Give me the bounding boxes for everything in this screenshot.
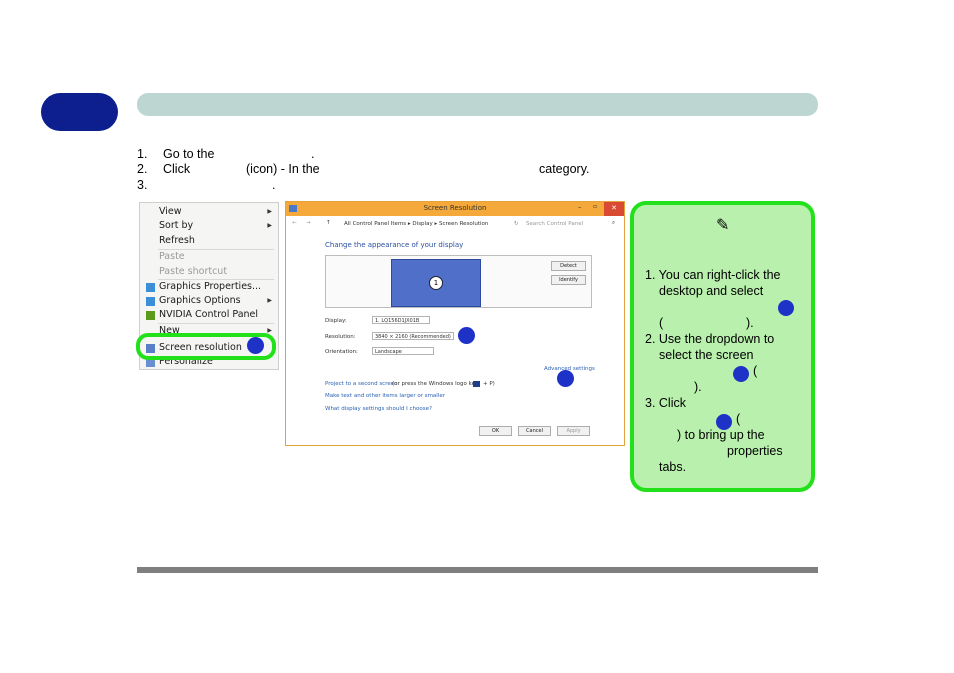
project-tail-2: + P)	[483, 381, 495, 387]
menu-item-sort-by[interactable]: Sort by	[159, 220, 193, 231]
step-2-text: Click	[163, 162, 191, 176]
apply-button[interactable]: Apply	[557, 426, 590, 436]
callout-marker-a	[778, 300, 794, 316]
identify-button[interactable]: Identify	[551, 275, 586, 285]
back-icon[interactable]: ←	[292, 220, 297, 226]
monitor-1[interactable]: 1	[391, 259, 481, 307]
display-preview: 1 Detect Identify	[325, 255, 592, 308]
nvidia-icon	[146, 311, 155, 320]
callout-marker-c	[557, 370, 574, 387]
menu-item-view[interactable]: View	[159, 206, 182, 217]
chapter-tab	[41, 93, 118, 131]
step-2-number: 2.	[137, 162, 148, 176]
display-select[interactable]: 1. LQ156D1JX01B	[372, 316, 430, 324]
callout-marker-b	[458, 327, 475, 344]
step-2-mid: (icon) - In the	[246, 162, 320, 176]
note-line: 3. Click	[645, 396, 686, 410]
minimize-icon[interactable]: –	[578, 203, 582, 211]
ok-button[interactable]: OK	[479, 426, 512, 436]
window-title: Screen Resolution	[423, 204, 487, 212]
menu-item-refresh[interactable]: Refresh	[159, 235, 195, 246]
note-line: 1. You can right-click the	[645, 268, 781, 282]
submenu-arrow-icon: ▶	[267, 209, 272, 215]
header-bar	[137, 93, 818, 116]
step-1-text: Go to the	[163, 147, 215, 161]
note-line: select the screen	[659, 348, 754, 362]
callout-marker-a	[247, 337, 264, 354]
note-line: 2. Use the dropdown to	[645, 332, 775, 346]
breadcrumb[interactable]: All Control Panel Items ▸ Display ▸ Scre…	[344, 221, 488, 227]
which-settings-link[interactable]: What display settings should I choose?	[325, 406, 432, 412]
step-1-tail: .	[311, 147, 315, 161]
menu-item-graphics-properties[interactable]: Graphics Properties...	[159, 281, 261, 292]
callout-marker-b	[733, 366, 749, 382]
graphics-options-icon	[146, 297, 155, 306]
note-line: ).	[694, 380, 702, 394]
close-icon[interactable]: ✕	[604, 202, 624, 216]
text-size-link[interactable]: Make text and other items larger or smal…	[325, 393, 445, 399]
menu-separator	[158, 249, 274, 250]
menu-item-paste[interactable]: Paste	[159, 251, 185, 262]
maximize-icon[interactable]: ▫	[593, 203, 597, 210]
screen-resolution-window: Screen Resolution – ▫ ✕ ← → ↑ All Contro…	[285, 201, 625, 446]
orientation-label: Orientation:	[325, 349, 358, 355]
step-3-text: .	[272, 178, 276, 192]
forward-icon[interactable]: →	[306, 220, 311, 226]
page-heading: Change the appearance of your display	[325, 241, 464, 249]
submenu-arrow-icon: ▶	[267, 298, 272, 304]
monitor-number: 1	[429, 276, 443, 290]
footer-rule	[137, 567, 818, 573]
menu-item-nvidia-control-panel[interactable]: NVIDIA Control Panel	[159, 309, 258, 320]
menu-item-graphics-options[interactable]: Graphics Options	[159, 295, 241, 306]
search-input[interactable]: Search Control Panel	[526, 221, 583, 227]
window-title-bar: Screen Resolution – ▫ ✕	[286, 202, 624, 216]
windows-logo-icon	[473, 381, 480, 387]
note-line: tabs.	[659, 460, 687, 474]
note-line: desktop and select	[659, 284, 764, 298]
note-box: ✎ 1. You can right-click the desktop and…	[630, 201, 815, 492]
menu-item-paste-shortcut[interactable]: Paste shortcut	[159, 266, 227, 277]
step-2-tail: category.	[539, 162, 590, 176]
note-line: ) to bring up the	[677, 428, 765, 442]
step-3-number: 3.	[137, 178, 148, 192]
pencil-icon: ✎	[716, 217, 730, 234]
refresh-icon[interactable]: ↻	[514, 221, 519, 227]
submenu-arrow-icon: ▶	[267, 223, 272, 229]
resolution-label: Resolution:	[325, 334, 356, 340]
note-line: (	[736, 412, 741, 426]
up-icon[interactable]: ↑	[326, 220, 331, 226]
graphics-properties-icon	[146, 283, 155, 292]
project-tail: (or press the Windows logo key	[392, 381, 479, 387]
menu-separator	[158, 323, 274, 324]
note-line: (	[753, 364, 758, 378]
note-line: (	[659, 316, 664, 330]
detect-button[interactable]: Detect	[551, 261, 586, 271]
step-1-number: 1.	[137, 147, 148, 161]
menu-separator	[158, 279, 274, 280]
note-line: properties	[727, 444, 783, 458]
orientation-select[interactable]: Landscape	[372, 347, 434, 355]
cancel-button[interactable]: Cancel	[518, 426, 551, 436]
display-label: Display:	[325, 318, 347, 324]
note-line: ).	[746, 316, 754, 330]
search-icon[interactable]: ⌕	[612, 220, 615, 227]
resolution-select[interactable]: 3840 × 2160 (Recommended)	[372, 332, 454, 340]
project-link[interactable]: Project to a second screen	[325, 381, 398, 387]
